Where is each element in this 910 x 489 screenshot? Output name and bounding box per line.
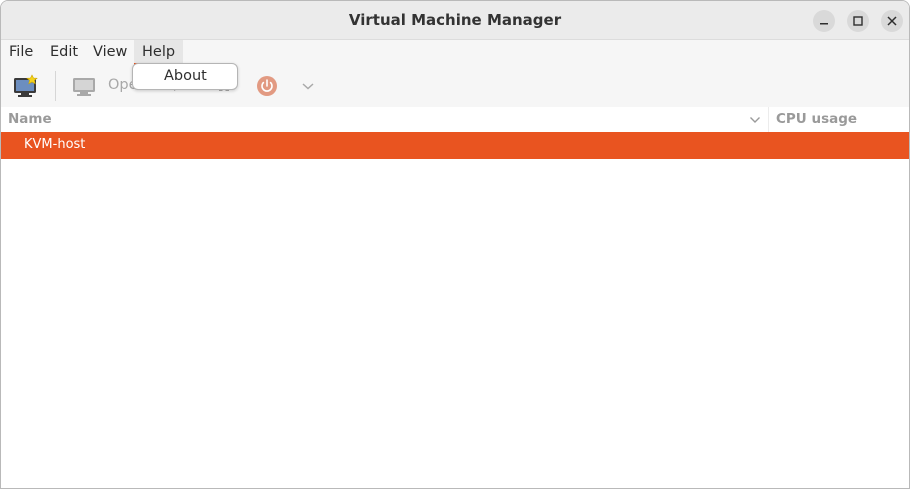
close-icon [887, 16, 897, 26]
shutdown-button[interactable] [256, 65, 278, 107]
help-menu-popup: About [132, 63, 238, 90]
open-button[interactable] [72, 65, 96, 107]
title-bar[interactable]: Virtual Machine Manager [1, 1, 909, 40]
menu-view[interactable]: View [85, 40, 135, 65]
close-button[interactable] [881, 10, 903, 32]
column-divider [768, 107, 769, 132]
chevron-down-icon [750, 117, 760, 123]
shutdown-menu-button[interactable] [301, 65, 315, 107]
maximize-button[interactable] [847, 10, 869, 32]
column-header-cpu-usage[interactable]: CPU usage [776, 111, 857, 127]
menu-edit[interactable]: Edit [42, 40, 86, 65]
new-vm-button[interactable] [13, 65, 39, 107]
monitor-icon [73, 78, 95, 96]
column-header-name[interactable]: Name [8, 111, 52, 127]
menu-help[interactable]: Help [134, 40, 184, 65]
chevron-down-icon [302, 83, 314, 90]
minimize-button[interactable] [813, 10, 835, 32]
window-title: Virtual Machine Manager [348, 11, 562, 29]
list-item[interactable]: KVM-host [1, 132, 909, 159]
menu-bar: File Edit View Help [1, 40, 909, 65]
toolbar-separator [55, 71, 56, 101]
minimize-icon [820, 23, 828, 25]
menu-file[interactable]: File [1, 40, 41, 65]
list-header: Name CPU usage [1, 107, 909, 132]
menu-item-about[interactable]: About [164, 68, 207, 84]
maximize-icon [853, 16, 863, 26]
connection-name: KVM-host [24, 137, 86, 152]
new-vm-icon [14, 74, 38, 97]
sort-indicator[interactable] [749, 113, 761, 129]
power-icon [257, 76, 277, 96]
